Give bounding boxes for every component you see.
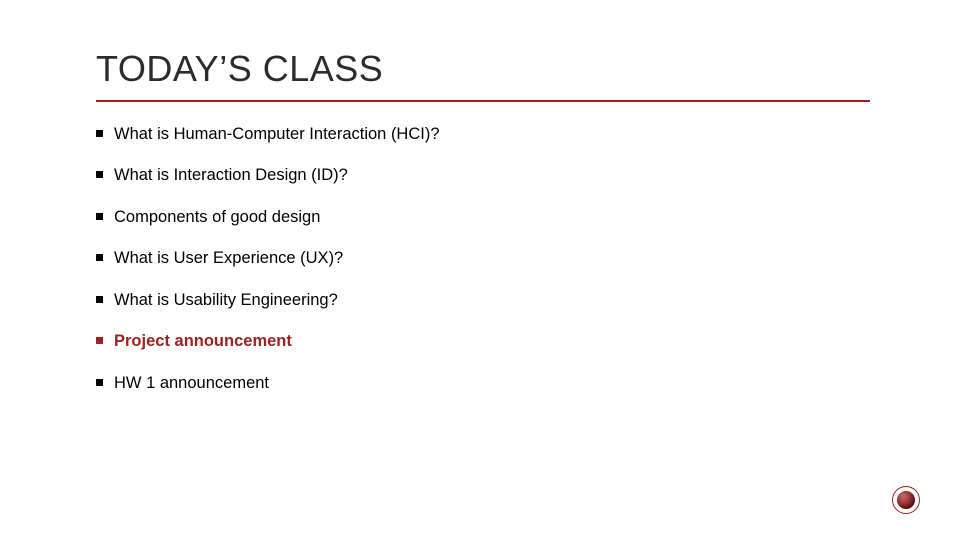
bullet-item: What is Usability Engineering? [96,290,870,311]
bullet-text: Components of good design [114,208,320,226]
bullet-item: HW 1 announcement [96,373,870,394]
bullet-text: What is User Experience (UX)? [114,249,343,267]
decorative-circle-icon [892,486,920,514]
bullet-item: Components of good design [96,207,870,228]
bullet-item: What is Interaction Design (ID)? [96,165,870,186]
slide: TODAY’S CLASS What is Human-Computer Int… [0,0,960,540]
bullet-text: HW 1 announcement [114,374,269,392]
bullet-item: What is Human-Computer Interaction (HCI)… [96,124,870,145]
bullet-item: What is User Experience (UX)? [96,248,870,269]
bullet-text: What is Interaction Design (ID)? [114,166,348,184]
bullet-list: What is Human-Computer Interaction (HCI)… [96,124,870,394]
bullet-item-accent: Project announcement [96,331,870,352]
bullet-text: What is Usability Engineering? [114,291,338,309]
title-underline [96,100,870,102]
bullet-text: Project announcement [114,332,292,350]
bullet-text: What is Human-Computer Interaction (HCI)… [114,125,440,143]
slide-title: TODAY’S CLASS [96,48,870,90]
